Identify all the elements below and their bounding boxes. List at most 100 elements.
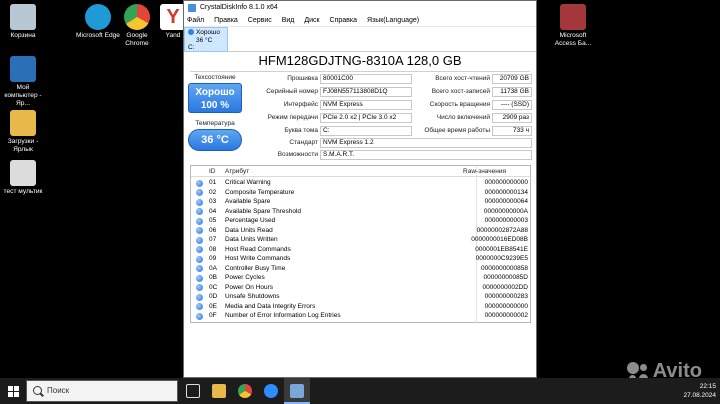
attr-name: Composite Temperature	[225, 188, 295, 196]
attr-name: Data Units Written	[225, 236, 278, 243]
windows-icon	[8, 386, 13, 391]
table-row[interactable]: 0C Power On Hours 0000000002DD	[191, 283, 532, 293]
health-status-button[interactable]: Хорошо 100 %	[188, 83, 242, 113]
attr-raw: 0000000C9239E5	[475, 255, 528, 262]
attr-id: 09	[209, 255, 217, 262]
total-writes-label: Всего хост-записей	[431, 88, 490, 95]
status-dot-icon	[196, 293, 203, 301]
chrome-icon	[124, 4, 150, 30]
menu-view[interactable]: Вид	[282, 15, 295, 27]
status-dot-icon	[196, 227, 203, 234]
file-icon	[10, 160, 36, 186]
attr-raw: 000000000003	[484, 217, 528, 224]
menu-language[interactable]: Язык(Language)	[367, 15, 419, 27]
menu-edit[interactable]: Правка	[214, 15, 238, 27]
taskbar-explorer[interactable]	[206, 378, 232, 404]
interface-label: Интерфейс	[283, 101, 318, 108]
attr-raw: 000000000000	[484, 179, 528, 186]
attr-name: Unsafe Shutdowns	[225, 293, 280, 300]
attr-name: Power Cycles	[225, 274, 265, 281]
header-attribute[interactable]: Атрибут	[225, 167, 249, 177]
taskbar: Поиск 22:15 27.08.2024	[0, 378, 720, 404]
table-row[interactable]: 08 Host Read Commands 0000001EB8541E	[191, 245, 532, 255]
attr-raw: 0000000000858	[481, 264, 528, 272]
attr-name: Host Write Commands	[225, 255, 291, 262]
table-row[interactable]: 0A Controller Busy Time 0000000000858	[191, 264, 532, 274]
attr-id: 05	[209, 217, 217, 224]
attr-raw: 0000000002DD	[482, 283, 528, 291]
status-dot-icon	[196, 198, 203, 206]
menu-service[interactable]: Сервис	[248, 15, 272, 27]
table-row[interactable]: 09 Host Write Commands 0000000C9239E5	[191, 254, 532, 264]
drive-tab-bar: Хорошо 36 °C C:	[184, 27, 536, 52]
clock-date: 27.08.2024	[683, 392, 716, 399]
table-row[interactable]: 0B Power Cycles 00000000085D	[191, 273, 532, 283]
table-row[interactable]: 01 Critical Warning 000000000000	[191, 178, 532, 188]
attr-id: 06	[209, 226, 217, 234]
attr-raw: 0000000016ED08B	[471, 236, 528, 243]
health-word: Хорошо	[195, 87, 235, 98]
menu-disk[interactable]: Диск	[304, 15, 319, 27]
attr-name: Available Spare Threshold	[225, 207, 302, 215]
status-dot-icon	[196, 179, 203, 187]
desktop-icon-test-video[interactable]: тест мультик	[0, 160, 46, 196]
header-id[interactable]: ID	[209, 167, 216, 177]
taskbar-search[interactable]: Поиск	[26, 380, 178, 402]
attr-raw: 000000000283	[484, 293, 528, 300]
attr-id: 08	[209, 245, 217, 253]
drive-tab-c[interactable]: Хорошо 36 °C C:	[184, 27, 228, 52]
attr-id: 02	[209, 188, 217, 196]
desktop-icon-label: Мой компьютер - Яр...	[4, 84, 42, 107]
rotation-speed-value: ---- (SSD)	[492, 100, 532, 110]
tab-temp: 36 °C	[196, 36, 213, 44]
disk-icon	[290, 384, 304, 398]
desktop-icon-my-computer[interactable]: Мой компьютер - Яр...	[0, 56, 46, 108]
power-on-hours-label: Общее время работы	[424, 127, 490, 134]
table-row[interactable]: 0F Number of Error Information Log Entrie…	[191, 311, 532, 321]
transfer-mode-value: PCIe 2.0 x2 | PCIe 3.0 x2	[320, 113, 412, 123]
attr-name: Data Units Read	[225, 226, 273, 234]
taskbar-chrome[interactable]	[232, 378, 258, 404]
table-row[interactable]: 07 Data Units Written 0000000016ED08B	[191, 235, 532, 245]
clock[interactable]: 22:15 27.08.2024	[683, 382, 716, 400]
taskbar-zoom[interactable]	[258, 378, 284, 404]
attr-id: 0C	[209, 283, 218, 291]
attr-id: 0D	[209, 293, 218, 300]
desktop-icon-downloads[interactable]: Загрузки - Ярлык	[0, 110, 46, 154]
menu-help[interactable]: Справка	[330, 15, 357, 27]
header-raw[interactable]: Raw-значения	[463, 167, 506, 177]
rotation-speed-label: Скорость вращения	[429, 101, 490, 108]
desktop-icon-recycle-bin[interactable]: Корзина	[0, 4, 46, 40]
tab-drive: C:	[188, 44, 195, 51]
health-percent: 100 %	[200, 100, 230, 111]
taskbar-crystaldiskinfo[interactable]	[284, 378, 310, 404]
crystaldiskinfo-window: CrystalDiskInfo 8.1.0 x64 Файл Правка Се…	[183, 0, 537, 378]
start-button[interactable]	[0, 378, 26, 404]
table-row[interactable]: 0D Unsafe Shutdowns 000000000283	[191, 292, 532, 302]
table-row[interactable]: 03 Available Spare 000000000064	[191, 197, 532, 207]
title-bar[interactable]: CrystalDiskInfo 8.1.0 x64	[184, 1, 536, 15]
table-row[interactable]: 0E Media and Data Integrity Errors 0000000…	[191, 302, 532, 312]
table-row[interactable]: 06 Data Units Read 00000002872A88	[191, 226, 532, 236]
standard-label: Стандарт	[289, 139, 318, 146]
attr-id: 01	[209, 179, 217, 186]
temperature-label: Температура	[195, 120, 235, 127]
table-row[interactable]: 05 Percentage Used 000000000003	[191, 216, 532, 226]
temperature-button[interactable]: 36 °C	[188, 129, 242, 151]
status-dot-icon	[188, 29, 194, 35]
taskbar-task-view[interactable]	[180, 378, 206, 404]
volume-letter-value: C:	[320, 126, 412, 136]
attr-name: Percentage Used	[225, 217, 276, 224]
menu-bar: Файл Правка Сервис Вид Диск Справка Язык…	[184, 15, 536, 27]
desktop-icon-access[interactable]: Microsoft Access Ба...	[550, 4, 596, 48]
attr-name: Media and Data Integrity Errors	[225, 302, 316, 310]
menu-file[interactable]: Файл	[187, 15, 204, 27]
folder-icon	[10, 110, 36, 136]
clock-time: 22:15	[699, 383, 716, 390]
status-dot-icon	[196, 246, 203, 253]
desktop-icon-chrome[interactable]: Google Chrome	[114, 4, 160, 48]
serial-label: Серийный номер	[266, 88, 318, 95]
table-row[interactable]: 02 Composite Temperature 000000000134	[191, 188, 532, 198]
features-label: Возможности	[277, 151, 318, 158]
table-row[interactable]: 04 Available Spare Threshold 00000000000A	[191, 207, 532, 217]
